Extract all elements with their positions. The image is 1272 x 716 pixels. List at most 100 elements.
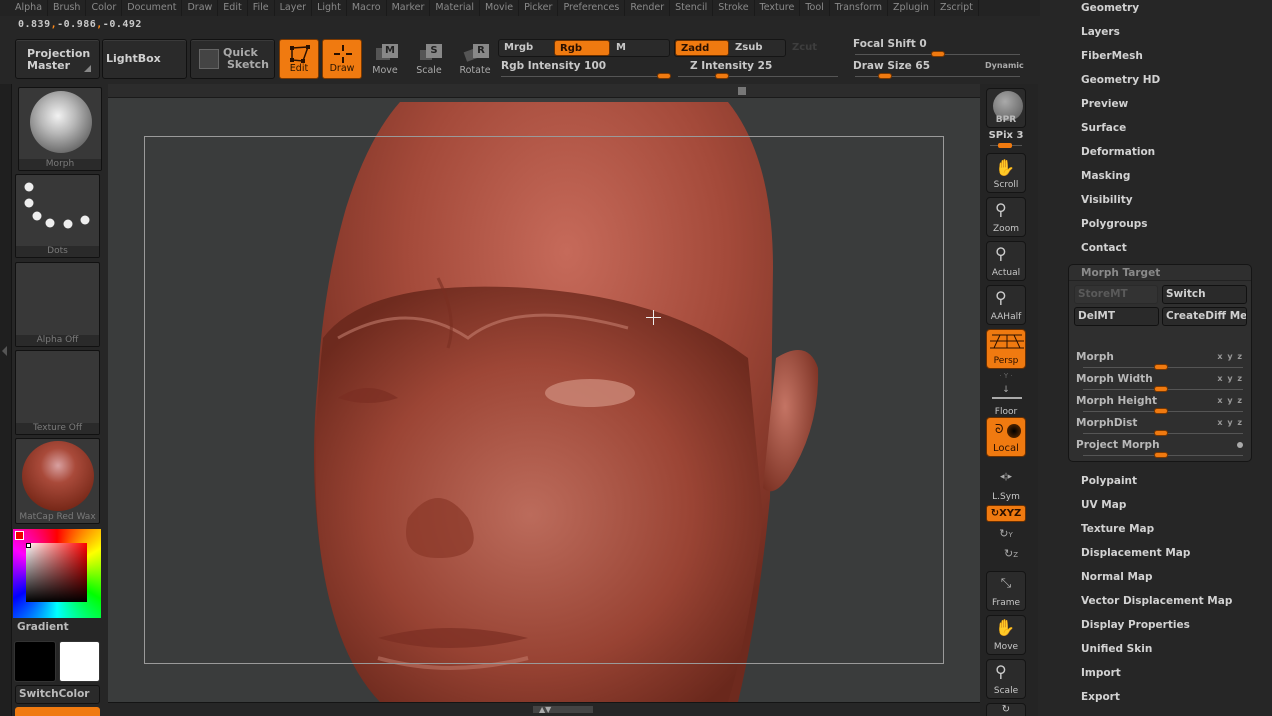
slider-knob[interactable] [1154, 430, 1168, 436]
menu-texture[interactable]: Texture [755, 0, 801, 16]
palette-display-properties[interactable]: Display Properties [1081, 619, 1190, 631]
edit-mode-button[interactable]: Edit [279, 39, 319, 79]
scale-view-button[interactable]: ⚲ Scale [986, 659, 1026, 699]
palette-preview[interactable]: Preview [1081, 98, 1128, 110]
texture-thumbnail[interactable]: Texture Off [15, 350, 100, 435]
draw-mode-button[interactable]: Draw [322, 39, 362, 79]
zcut-button[interactable]: Zcut [787, 40, 827, 56]
bpr-button[interactable]: BPR [986, 88, 1026, 128]
menu-file[interactable]: File [248, 0, 275, 16]
zadd-button[interactable]: Zadd [675, 40, 729, 56]
slider-knob[interactable] [1154, 364, 1168, 370]
palette-deformation[interactable]: Deformation [1081, 146, 1155, 158]
palette-export[interactable]: Export [1081, 691, 1120, 703]
floor-button[interactable]: ↓ Floor [986, 380, 1026, 420]
brush-thumbnail[interactable]: Morph [18, 87, 102, 171]
draw-size-slider[interactable] [877, 73, 892, 79]
palette-polygroups[interactable]: Polygroups [1081, 218, 1148, 230]
hue-cursor[interactable] [15, 531, 24, 540]
sv-cursor[interactable] [26, 543, 31, 548]
switch-color-button[interactable]: SwitchColor [15, 685, 100, 704]
gradient-label[interactable]: Gradient [17, 621, 69, 633]
aahalf-button[interactable]: ⚲ AAHalf [986, 285, 1026, 325]
rgb-button[interactable]: Rgb [554, 40, 610, 56]
frame-button[interactable]: ⤡ Frame [986, 571, 1026, 611]
actual-size-button[interactable]: ⚲ Actual [986, 241, 1026, 281]
rgb-intensity-slider[interactable] [657, 73, 671, 79]
palette-displacement-map[interactable]: Displacement Map [1081, 547, 1190, 559]
stroke-thumbnail[interactable]: Dots [15, 174, 100, 258]
menu-draw[interactable]: Draw [182, 0, 219, 16]
dynamic-toggle[interactable]: Dynamic [985, 61, 1024, 70]
alternate-button[interactable] [15, 707, 100, 716]
menu-picker[interactable]: Picker [519, 0, 559, 16]
menu-zplugin[interactable]: Zplugin [888, 0, 935, 16]
menu-color[interactable]: Color [86, 0, 123, 16]
menu-document[interactable]: Document [122, 0, 183, 16]
create-diff-mesh-button[interactable]: CreateDiff Mesh [1162, 307, 1247, 326]
palette-polypaint[interactable]: Polypaint [1081, 475, 1137, 487]
rotate-xyz-button[interactable]: ↻XYZ [986, 505, 1026, 522]
scroll-button[interactable]: ✋ Scroll [986, 153, 1026, 193]
menu-preferences[interactable]: Preferences [558, 0, 626, 16]
color-picker-hue-ring[interactable] [13, 529, 101, 618]
xyz-axis-toggle[interactable]: x y z [1217, 418, 1243, 427]
palette-vector-displacement-map[interactable]: Vector Displacement Map [1081, 595, 1232, 607]
rotate-z-button[interactable]: ↻Z [986, 547, 1026, 560]
scale-button[interactable]: S Scale [412, 42, 446, 78]
slider-knob[interactable] [1154, 386, 1168, 392]
menu-movie[interactable]: Movie [480, 0, 520, 16]
left-tray-handle[interactable] [0, 84, 12, 716]
menu-zscript[interactable]: Zscript [935, 0, 979, 16]
collapse-left-arrow-icon[interactable] [2, 346, 7, 356]
palette-unified-skin[interactable]: Unified Skin [1081, 643, 1152, 655]
palette-uv-map[interactable]: UV Map [1081, 499, 1126, 511]
menu-brush[interactable]: Brush [48, 0, 87, 16]
rotate-button[interactable]: R Rotate [457, 42, 493, 78]
palette-layers[interactable]: Layers [1081, 26, 1120, 38]
menu-layer[interactable]: Layer [275, 0, 313, 16]
palette-visibility[interactable]: Visibility [1081, 194, 1133, 206]
alpha-thumbnail[interactable]: Alpha Off [15, 262, 100, 347]
scroll-handle[interactable] [738, 87, 746, 95]
slider-knob[interactable] [1154, 452, 1168, 458]
move-button[interactable]: M Move [368, 42, 402, 78]
menu-material[interactable]: Material [430, 0, 481, 16]
rotate-y-button[interactable]: ↻Y [986, 527, 1026, 540]
perspective-button[interactable]: Persp [986, 329, 1026, 369]
rotate-view-button[interactable]: ↻ [986, 703, 1026, 716]
palette-contact[interactable]: Contact [1081, 242, 1127, 254]
document-canvas[interactable] [108, 98, 980, 702]
local-button[interactable]: ᘐ Local [986, 417, 1026, 457]
menu-marker[interactable]: Marker [387, 0, 431, 16]
lsym-button[interactable]: ◂¦▸ L.Sym [986, 465, 1026, 505]
quick-sketch-button[interactable]: Quick Sketch [190, 39, 275, 79]
xyz-axis-toggle[interactable]: x y z [1217, 352, 1243, 361]
palette-normal-map[interactable]: Normal Map [1081, 571, 1153, 583]
canvas-top-scrollbar[interactable] [108, 84, 980, 98]
z-intensity-slider[interactable] [714, 73, 729, 79]
rgb-intensity-track[interactable] [501, 76, 671, 77]
palette-geometry-hd[interactable]: Geometry HD [1081, 74, 1160, 86]
menu-transform[interactable]: Transform [830, 0, 889, 16]
menu-macro[interactable]: Macro [347, 0, 387, 16]
menu-stencil[interactable]: Stencil [670, 0, 714, 16]
secondary-color-swatch[interactable] [59, 641, 100, 682]
palette-import[interactable]: Import [1081, 667, 1121, 679]
menu-stroke[interactable]: Stroke [713, 0, 755, 16]
radio-dot-icon[interactable] [1237, 442, 1243, 448]
del-mt-button[interactable]: DelMT [1074, 307, 1159, 326]
palette-masking[interactable]: Masking [1081, 170, 1130, 182]
canvas-bottom-scrollbar[interactable]: ▲▼ [108, 702, 980, 716]
store-mt-button[interactable]: StoreMT [1074, 285, 1158, 304]
m-button[interactable]: M [611, 40, 669, 56]
color-picker-sv-square[interactable] [26, 543, 87, 602]
focal-shift-slider[interactable] [930, 51, 945, 57]
primary-color-swatch[interactable] [14, 641, 56, 682]
menu-alpha[interactable]: Alpha [10, 0, 49, 16]
palette-texture-map[interactable]: Texture Map [1081, 523, 1154, 535]
move-view-button[interactable]: ✋ Move [986, 615, 1026, 655]
xyz-axis-toggle[interactable]: x y z [1217, 374, 1243, 383]
xyz-axis-toggle[interactable]: x y z [1217, 396, 1243, 405]
z-intensity-track[interactable] [678, 76, 838, 77]
